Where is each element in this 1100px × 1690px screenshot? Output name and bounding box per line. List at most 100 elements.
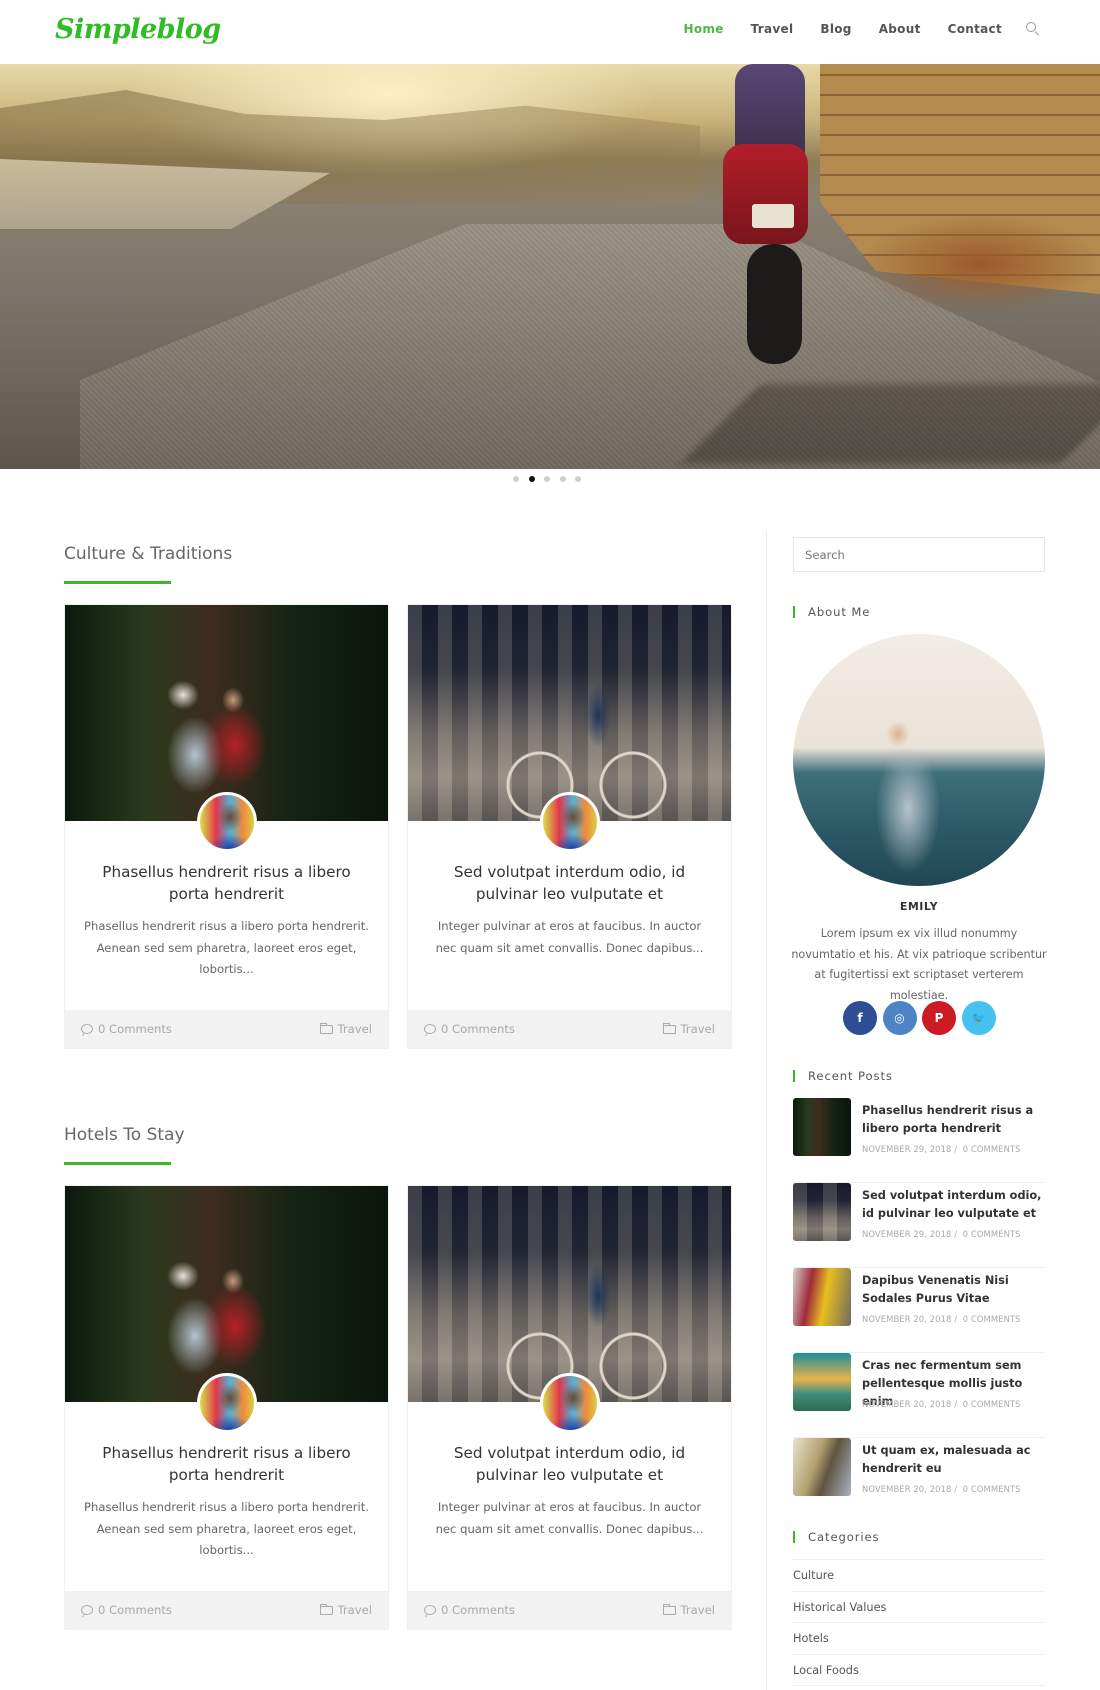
author-avatar[interactable] [197,1373,257,1433]
post-title[interactable]: Sed volutpat interdum odio, id pulvinar … [423,1443,716,1486]
recent-post-thumb[interactable] [793,1268,851,1326]
search-icon[interactable] [1026,22,1040,36]
widget-title-categories: Categories [793,1530,880,1544]
post-title[interactable]: Phasellus hendrerit risus a libero porta… [80,862,373,905]
section-title-hotels: Hotels To Stay [64,1125,185,1145]
post-footer: 0 Comments Travel [408,1591,731,1629]
slider-dot[interactable] [559,476,566,482]
folder-icon [662,1603,676,1615]
recent-post-comments[interactable]: 0 COMMENTS [963,1314,1021,1324]
post-image[interactable] [408,1186,731,1402]
recent-post-thumb[interactable] [793,1438,851,1496]
slider-dot[interactable] [528,476,535,482]
recent-post-date: NOVEMBER 29, 2018 [862,1229,952,1239]
category-link[interactable]: Culture [793,1560,1045,1592]
recent-post-meta: NOVEMBER 29, 2018 / 0 COMMENTS [862,1229,1021,1239]
sidebar-search-input[interactable] [793,537,1045,572]
author-avatar[interactable] [197,792,257,852]
post-image[interactable] [65,1186,388,1402]
social-links: f ◎ P 🐦 [843,1001,1001,1035]
category-label: Travel [337,1022,372,1036]
comment-icon [81,1024,93,1034]
recent-post-item[interactable]: Cras nec fermentum sem pellentesque moll… [793,1353,1045,1438]
recent-post-comments[interactable]: 0 COMMENTS [963,1144,1021,1154]
nav-about[interactable]: About [879,22,921,36]
author-avatar[interactable] [540,1373,600,1433]
post-comments[interactable]: 0 Comments [424,1022,515,1036]
recent-post-title[interactable]: Phasellus hendrerit risus a libero porta… [862,1102,1047,1138]
category-label: Travel [680,1603,715,1617]
category-link[interactable]: Historical Values [793,1592,1045,1623]
site-logo[interactable]: Simpleblog [55,14,221,45]
post-comments[interactable]: 0 Comments [81,1603,172,1617]
category-label: Travel [337,1603,372,1617]
post-category[interactable]: Travel [319,1022,372,1036]
post-image[interactable] [408,605,731,821]
slider-dots [513,476,591,482]
category-link[interactable]: Hotels [793,1623,1045,1655]
post-comments[interactable]: 0 Comments [424,1603,515,1617]
folder-icon [662,1022,676,1034]
nav-travel[interactable]: Travel [751,22,794,36]
recent-post-meta: NOVEMBER 20, 2018 / 0 COMMENTS [862,1399,1021,1409]
about-text: Lorem ipsum ex vix illud nonummy novumta… [791,927,1047,1002]
recent-post-date: NOVEMBER 29, 2018 [862,1144,952,1154]
site-header: Simpleblog Home Travel Blog About Contac… [0,0,1100,64]
recent-post-item[interactable]: Phasellus hendrerit risus a libero porta… [793,1098,1045,1183]
comment-icon [424,1024,436,1034]
about-photo [793,634,1045,886]
slider-dot[interactable] [513,476,519,482]
category-link[interactable]: Local Foods [793,1655,1045,1686]
comments-label: 0 Comments [98,1022,172,1036]
hero-slider-image[interactable] [0,64,1100,469]
comments-label: 0 Comments [98,1603,172,1617]
recent-post-comments[interactable]: 0 COMMENTS [963,1399,1021,1409]
recent-post-item[interactable]: Dapibus Venenatis Nisi Sodales Purus Vit… [793,1268,1045,1353]
section-underline [64,581,171,584]
nav-contact[interactable]: Contact [948,22,1002,36]
recent-post-title[interactable]: Ut quam ex, malesuada ac hendrerit eu [862,1442,1047,1478]
post-footer: 0 Comments Travel [65,1010,388,1048]
slider-dot[interactable] [544,476,550,482]
post-category[interactable]: Travel [319,1603,372,1617]
recent-post-title[interactable]: Dapibus Venenatis Nisi Sodales Purus Vit… [862,1272,1047,1308]
post-card[interactable]: Phasellus hendrerit risus a libero porta… [64,604,389,1049]
post-title[interactable]: Phasellus hendrerit risus a libero porta… [80,1443,373,1486]
recent-post-comments[interactable]: 0 COMMENTS [963,1229,1021,1239]
twitter-icon[interactable]: 🐦 [961,1001,996,1035]
post-footer: 0 Comments Travel [65,1591,388,1629]
post-card[interactable]: Sed volutpat interdum odio, id pulvinar … [407,604,732,1049]
recent-post-thumb[interactable] [793,1353,851,1411]
sidebar-divider [766,530,767,1690]
slider-dot[interactable] [575,476,581,482]
post-title[interactable]: Sed volutpat interdum odio, id pulvinar … [423,862,716,905]
instagram-icon[interactable]: ◎ [882,1001,917,1035]
author-avatar[interactable] [540,792,600,852]
recent-post-item[interactable]: Ut quam ex, malesuada ac hendrerit eu NO… [793,1438,1045,1523]
category-label: Travel [680,1022,715,1036]
nav-blog[interactable]: Blog [820,22,851,36]
post-card[interactable]: Sed volutpat interdum odio, id pulvinar … [407,1185,732,1630]
comment-icon [424,1605,436,1615]
post-card[interactable]: Phasellus hendrerit risus a libero porta… [64,1185,389,1630]
post-comments[interactable]: 0 Comments [81,1022,172,1036]
recent-post-title[interactable]: Sed volutpat interdum odio, id pulvinar … [862,1187,1047,1223]
hero-brush [860,214,1100,314]
recent-post-thumb[interactable] [793,1098,851,1156]
section-title-culture: Culture & Traditions [64,544,233,564]
comments-label: 0 Comments [441,1022,515,1036]
categories-list: Culture Historical Values Hotels Local F… [793,1559,1045,1686]
post-category[interactable]: Travel [662,1603,715,1617]
nav-home[interactable]: Home [684,22,724,36]
main-nav: Home Travel Blog About Contact [657,22,1041,36]
facebook-icon[interactable]: f [843,1001,877,1035]
recent-post-comments[interactable]: 0 COMMENTS [963,1484,1021,1494]
pinterest-icon[interactable]: P [922,1001,956,1035]
recent-post-thumb[interactable] [793,1183,851,1241]
recent-post-meta: NOVEMBER 20, 2018 / 0 COMMENTS [862,1484,1021,1494]
post-image[interactable] [65,605,388,821]
post-excerpt: Phasellus hendrerit risus a libero porta… [84,919,369,976]
recent-post-date: NOVEMBER 20, 2018 [862,1399,952,1409]
recent-post-item[interactable]: Sed volutpat interdum odio, id pulvinar … [793,1183,1045,1268]
post-category[interactable]: Travel [662,1022,715,1036]
